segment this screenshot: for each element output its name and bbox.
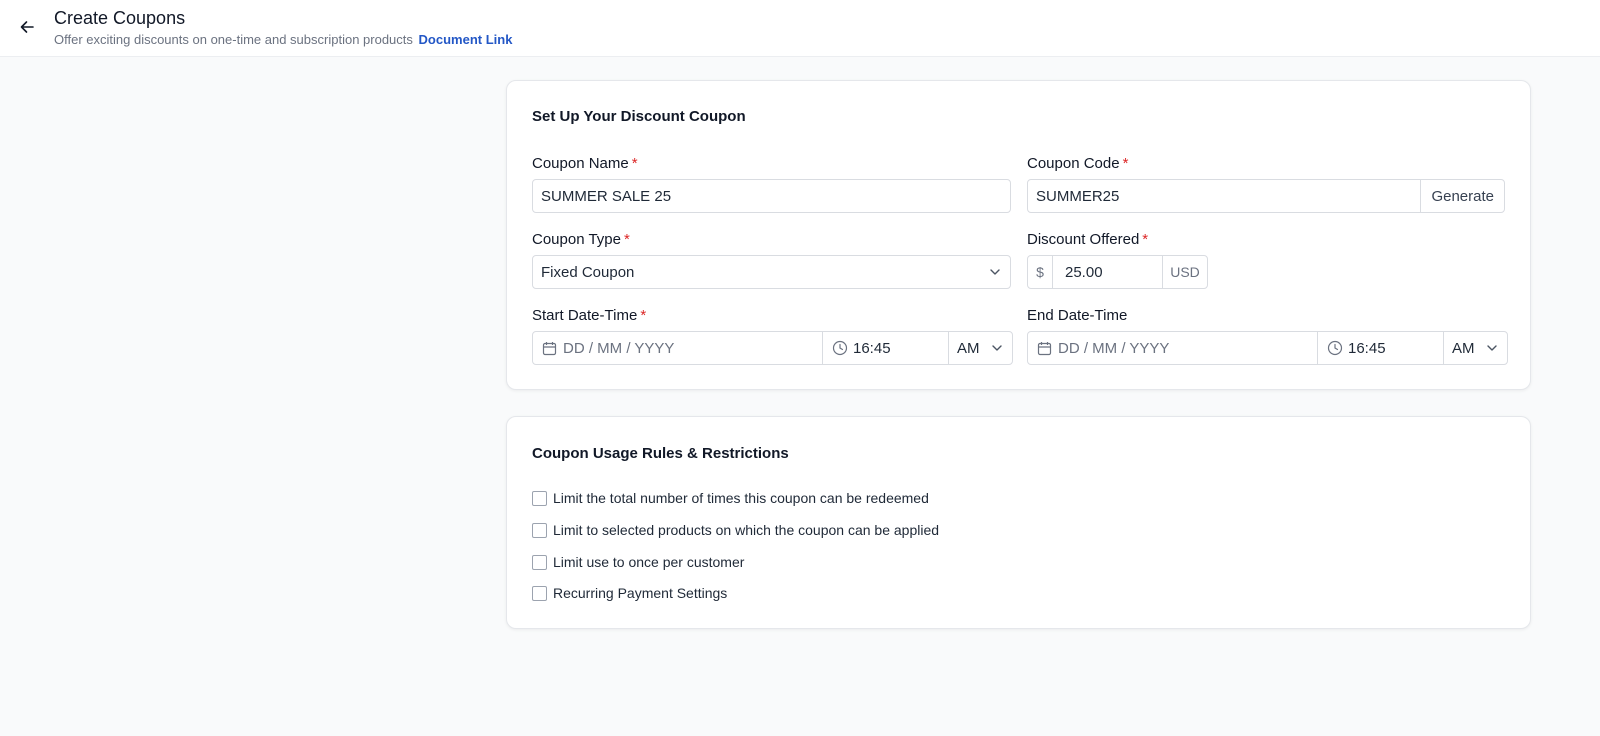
coupon-code-input[interactable] [1028,180,1421,212]
end-time-value: 16:45 [1348,339,1386,357]
required-marker: * [1122,155,1129,172]
start-meridiem-value: AM [957,339,980,357]
end-date-placeholder: DD / MM / YYYY [1058,339,1170,357]
end-datetime-field: DD / MM / YYYY 16:45 AM [1027,331,1508,365]
coupon-type-label-text: Coupon Type [532,231,621,248]
coupon-code-field: Generate [1027,179,1505,213]
generate-button[interactable]: Generate [1420,180,1504,212]
coupon-code-label-text: Coupon Code [1027,155,1120,172]
document-link[interactable]: Document Link [419,32,513,47]
rule-label: Recurring Payment Settings [553,585,728,601]
calendar-icon [1037,341,1052,356]
end-time-input[interactable]: 16:45 [1318,332,1444,364]
arrow-left-icon [19,19,35,35]
rule-limit-total-redemptions[interactable]: Limit the total number of times this cou… [532,490,929,506]
rule-label: Limit to selected products on which the … [553,522,940,538]
page-subtitle: Offer exciting discounts on one-time and… [54,32,512,47]
chevron-down-icon [988,265,1002,279]
discount-amount-segment [1053,256,1163,288]
end-datetime-label-text: End Date-Time [1027,307,1128,324]
start-meridiem-select[interactable]: AM [949,332,1012,364]
end-meridiem-value: AM [1452,339,1475,357]
back-button[interactable] [16,16,38,38]
setup-card-title: Set Up Your Discount Coupon [532,108,746,125]
currency-suffix: USD [1170,264,1200,280]
rules-card-title: Coupon Usage Rules & Restrictions [532,445,789,462]
discount-field: $ USD [1027,255,1208,289]
rule-limit-selected-products[interactable]: Limit to selected products on which the … [532,522,939,538]
start-datetime-label: Start Date-Time * [532,307,646,324]
checkbox[interactable] [532,522,547,538]
discount-amount-input[interactable] [1053,256,1162,288]
chevron-down-icon [1485,341,1499,355]
currency-prefix: $ [1028,256,1053,288]
rule-once-per-customer[interactable]: Limit use to once per customer [532,554,744,570]
checkbox[interactable] [532,490,547,506]
start-time-input[interactable]: 16:45 [823,332,949,364]
page-header: Create Coupons Offer exciting discounts … [0,0,1600,57]
start-datetime-field: DD / MM / YYYY 16:45 AM [532,331,1013,365]
required-marker: * [1142,231,1149,248]
rule-label: Limit the total number of times this cou… [553,490,929,506]
required-marker: * [631,155,638,172]
start-datetime-label-text: Start Date-Time [532,307,638,324]
page-title: Create Coupons [54,8,186,28]
start-time-value: 16:45 [853,339,891,357]
rule-label: Limit use to once per customer [553,554,745,570]
end-date-input[interactable]: DD / MM / YYYY [1028,332,1318,364]
calendar-icon [542,341,557,356]
end-datetime-label: End Date-Time [1027,307,1127,324]
coupon-name-input[interactable] [533,180,1010,212]
coupon-name-field[interactable] [532,179,1011,213]
coupon-name-label-text: Coupon Name [532,155,629,172]
coupon-name-label: Coupon Name * [532,155,638,172]
checkbox[interactable] [532,585,547,601]
required-marker: * [640,307,647,324]
chevron-down-icon [990,341,1004,355]
clock-icon [1327,340,1343,356]
coupon-type-select[interactable]: Fixed Coupon [532,255,1011,289]
start-date-input[interactable]: DD / MM / YYYY [533,332,823,364]
coupon-code-label: Coupon Code * [1027,155,1128,172]
coupon-type-value: Fixed Coupon [541,263,635,281]
coupon-type-label: Coupon Type * [532,231,630,248]
required-marker: * [623,231,630,248]
rule-recurring-payment-settings[interactable]: Recurring Payment Settings [532,585,727,601]
coupon-setup-card: Set Up Your Discount Coupon Coupon Name *… [506,80,1531,390]
usage-rules-card: Coupon Usage Rules & Restrictions Limit … [506,416,1531,629]
end-meridiem-select[interactable]: AM [1444,332,1507,364]
subtitle-text: Offer exciting discounts on one-time and… [54,32,413,47]
clock-icon [832,340,848,356]
discount-label-text: Discount Offered [1027,231,1140,248]
start-date-placeholder: DD / MM / YYYY [563,339,675,357]
discount-label: Discount Offered * [1027,231,1148,248]
checkbox[interactable] [532,554,547,570]
